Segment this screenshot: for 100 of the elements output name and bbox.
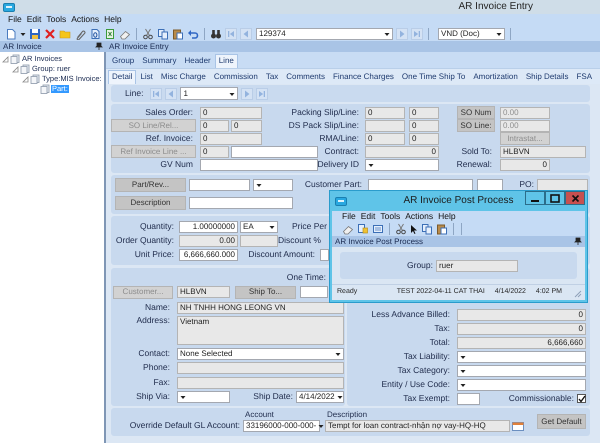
field-label: GV Num: [160, 160, 194, 170]
caret-icon[interactable]: [20, 30, 26, 36]
column-heading: Description: [326, 410, 368, 419]
panel-title: AR Invoice Post Process: [335, 236, 424, 246]
tab[interactable]: Group: [108, 54, 138, 68]
currency-dropdown[interactable]: VND (Doc): [438, 28, 505, 40]
input-field[interactable]: [320, 248, 329, 260]
pin-icon[interactable]: [95, 42, 103, 51]
menu-item[interactable]: Edit: [360, 212, 376, 222]
undo-icon[interactable]: [187, 28, 199, 40]
dropdown[interactable]: [457, 364, 586, 376]
tab[interactable]: Comments: [282, 70, 329, 84]
spreadsheet-icon[interactable]: [104, 28, 116, 40]
delete-icon[interactable]: [44, 28, 56, 40]
checkbox[interactable]: [577, 394, 586, 403]
form-button[interactable]: Ship To...: [235, 286, 296, 298]
input-field[interactable]: [300, 286, 328, 298]
input-field[interactable]: [231, 146, 318, 158]
binoculars-icon[interactable]: [210, 28, 222, 40]
menu-item[interactable]: Actions: [71, 15, 100, 25]
paste-icon[interactable]: [172, 28, 184, 40]
paperclip-icon[interactable]: [74, 28, 86, 40]
readonly-field: [365, 120, 405, 132]
line-dropdown[interactable]: 1: [180, 87, 238, 100]
document-icon[interactable]: [89, 28, 101, 40]
menu-item[interactable]: Edit: [26, 15, 42, 25]
field-label: Tax Liability:: [404, 352, 451, 362]
dropdown[interactable]: [253, 178, 293, 190]
dropdown[interactable]: EA: [240, 220, 278, 232]
tab[interactable]: List: [136, 70, 157, 84]
cut-icon[interactable]: [395, 223, 407, 235]
document-icon[interactable]: [357, 223, 369, 235]
tab[interactable]: Finance Charges: [328, 70, 398, 84]
menu-item[interactable]: Actions: [405, 212, 434, 222]
minimize-button[interactable]: [525, 191, 545, 205]
tab[interactable]: Ship Details: [522, 70, 572, 84]
form-button[interactable]: SO Line:: [457, 119, 495, 132]
dropdown[interactable]: [365, 158, 439, 170]
tab[interactable]: Summary: [138, 54, 180, 68]
tab[interactable]: Tax: [262, 70, 282, 84]
tab[interactable]: FSA: [572, 70, 596, 84]
form-button[interactable]: SO Num: [457, 106, 495, 119]
field-label: Contract:: [324, 146, 360, 156]
dropdown[interactable]: None Selected: [177, 348, 344, 360]
resize-grip-icon[interactable]: [572, 288, 582, 298]
paste-icon[interactable]: [436, 223, 448, 235]
readonly-field: 0.00: [500, 106, 550, 118]
caret-icon: [269, 224, 275, 230]
window-title: AR Invoice Entry: [458, 1, 533, 13]
expander-icon[interactable]: [2, 54, 9, 64]
cut-icon[interactable]: [142, 28, 154, 40]
dropdown[interactable]: 4/14/2022: [296, 391, 344, 403]
readonly-field: [537, 178, 588, 190]
tab[interactable]: One Time Ship To: [398, 70, 470, 84]
tab[interactable]: Header: [180, 54, 215, 68]
readonly-field: Vietnam: [177, 316, 344, 344]
document-icon[interactable]: [372, 223, 384, 235]
input-field[interactable]: 1.00000000: [179, 220, 238, 232]
caret-icon: [336, 394, 343, 400]
input-field[interactable]: [189, 178, 250, 190]
tab[interactable]: Amortization: [469, 70, 522, 84]
readonly-field: 0: [200, 132, 262, 144]
menu-item[interactable]: File: [8, 15, 22, 25]
menu-item[interactable]: Help: [438, 212, 456, 222]
tab[interactable]: Detail: [108, 70, 136, 84]
caret-icon: [318, 423, 324, 429]
close-button[interactable]: [565, 191, 585, 205]
field-label: Ref. Invoice:: [146, 134, 194, 144]
calendar-icon[interactable]: [512, 420, 524, 432]
copy-icon[interactable]: [157, 28, 169, 40]
dropdown[interactable]: [457, 350, 586, 362]
readonly-field: Tempt for loan contract-nhận nợ vay-HQ-HQ: [325, 420, 510, 432]
maximize-button[interactable]: [545, 191, 565, 205]
maximize-icon: [550, 194, 560, 202]
record-dropdown[interactable]: 129374: [256, 28, 393, 40]
caret-icon: [180, 394, 186, 400]
readonly-field: 0.00: [179, 234, 238, 246]
readonly-field: HLBVN: [500, 146, 586, 158]
input-field[interactable]: [189, 196, 293, 208]
tab[interactable]: Line: [214, 54, 238, 68]
form-button[interactable]: Part/Rev...: [115, 178, 186, 192]
form-button[interactable]: Get Default: [537, 414, 586, 429]
tab[interactable]: Misc Charge: [156, 70, 210, 84]
expander-icon[interactable]: [22, 74, 29, 84]
dropdown[interactable]: [177, 391, 230, 403]
form-button[interactable]: Description: [115, 196, 186, 210]
save-icon[interactable]: [29, 28, 41, 40]
expander-icon[interactable]: [12, 64, 19, 74]
input-field[interactable]: [200, 158, 318, 170]
tab[interactable]: Commission: [210, 70, 262, 84]
copy-icon[interactable]: [421, 223, 433, 235]
menu-item[interactable]: Tools: [380, 212, 400, 222]
menu-item[interactable]: Help: [104, 15, 122, 25]
input-field[interactable]: 6,666,660.000: [179, 248, 238, 260]
input-field[interactable]: [477, 178, 503, 190]
input-field[interactable]: [368, 178, 473, 190]
menu-item[interactable]: File: [342, 212, 356, 222]
pin-icon[interactable]: [574, 237, 582, 246]
menu-item[interactable]: Tools: [46, 15, 66, 25]
input-field[interactable]: [457, 392, 480, 404]
